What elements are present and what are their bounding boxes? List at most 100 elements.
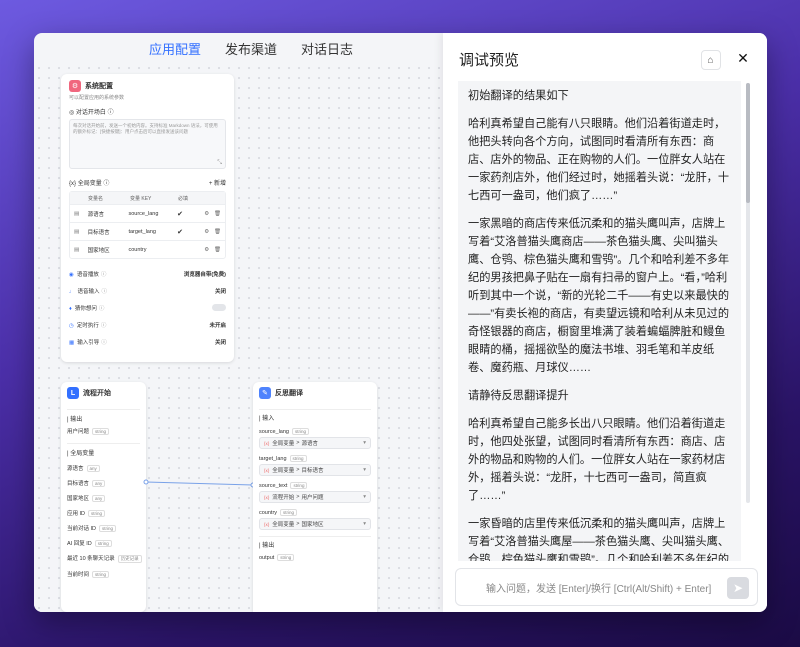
add-variable-button[interactable]: + 新增 [209,178,226,187]
system-config-node[interactable]: ⚙ 系统配置 可以配置应用的系统参数 ◎ 对话开场白 ⓘ 每次对话开始前，发送一… [61,74,234,362]
variable-select[interactable]: {x} 全局变量 > 目标语言 ▾ [259,464,371,476]
setting-label: 定时执行 [76,322,99,329]
help-icon: ⓘ [98,305,105,312]
setting-row[interactable]: ♩ 语音输入 ⓘ 关闭 [69,282,226,299]
panel-title: 调试预览 [459,51,520,69]
chat-message-paragraph: 哈利真希望自己能有八只眼睛。他们沿着街道走时，他把头转向各个方向，试图同时看清所… [468,118,730,202]
opening-textarea[interactable]: 每次对话开始前，发送一个初始内容。支持标准 Markdown 语法，可使用的额外… [69,119,226,169]
variables-table: 变量名 变量 KEY 必填 ▤ 源语言 source_lang ✔ ⚙ 🗑 ▤ 目标语言 tar… [69,191,226,259]
input-param: country string {x} 全局变量 > 国家地区 ▾ [259,509,371,530]
global-var-item: 当前对话 ID string [67,524,140,532]
variable-select[interactable]: {x} 全局变量 > 国家地区 ▾ [259,518,371,530]
chat-input[interactable]: 输入问题，发送 [Enter]/换行 [Ctrl(Alt/Shift) + En… [455,568,758,606]
reflect-translate-node[interactable]: ✎ 反思翻译 | 输入 source_lang string {x} 全局变量 > 源语言… [253,382,377,612]
param-key: country [259,510,278,516]
setting-row[interactable]: ◷ 定时执行 ⓘ 未开启 [69,316,226,333]
setting-label: 输入引导 [77,339,100,346]
global-var-item: 目标语言 any [67,479,140,487]
param-key: source_lang [259,429,289,435]
ai-icon: ✎ [259,387,271,399]
top-nav: 应用配置 发布渠道 对话日志 [34,33,454,63]
chat-message-paragraph: 一家黑暗的商店传来低沉柔和的猫头鹰叫声，店牌上写着“艾洛普猫头鹰商店——茶色猫头… [468,218,730,374]
globals-label: | 全局变量 [67,451,95,457]
global-var-item: AI 回复 ID string [67,539,140,547]
input-label: | 输入 [259,416,275,422]
node-title: 流程开始 [83,390,111,397]
chat-message-paragraph: 请静待反思翻译提升 [468,390,569,402]
variable-select[interactable]: {x} 流程开始 > 用户问题 ▾ [259,491,371,503]
chevron-down-icon: ▾ [363,467,366,473]
tab-publish-channel[interactable]: 发布渠道 [225,39,277,58]
chat-scrollbar[interactable] [746,83,750,503]
tab-chat-logs[interactable]: 对话日志 [301,39,353,58]
variable-select[interactable]: {x} 全局变量 > 源语言 ▾ [259,437,371,449]
edit-icon[interactable]: ⚙ [204,211,214,217]
keyboard-icon: ▦ [69,339,75,346]
delete-icon[interactable]: 🗑 [214,211,221,217]
delete-icon[interactable]: 🗑 [214,247,221,253]
debug-preview-panel: 调试预览 ⌂ ✕ 初始翻译的结果如下 哈利真希望自己能有八只眼睛。他们沿着街道走时… [443,33,767,612]
output-label: | 输出 [67,417,83,423]
edit-icon[interactable]: ⚙ [204,247,214,253]
help-icon: ⓘ [101,339,107,346]
help-icon: ⓘ [100,322,107,329]
node-title: 反思翻译 [275,390,303,397]
tab-app-config[interactable]: 应用配置 [149,39,201,58]
toggle-switch[interactable] [212,304,226,311]
help-icon: ⓘ [100,271,107,278]
setting-value[interactable]: 关闭 [215,287,226,295]
setting-label: 猜你想问 [74,305,97,312]
flag-icon: L [67,387,79,399]
app-window: 应用配置 发布渠道 对话日志 ⚙ 系统配置 可以配置应用的系统参数 ◎ 对话开场… [34,33,767,612]
flow-start-node[interactable]: L 流程开始 | 输出 用户问题 string | 全局变量 源语言 any 目标语言… [61,382,146,612]
setting-row[interactable]: ◉ 语音播放 ⓘ 浏览器自带(免费) [69,265,226,282]
settings-icon: ⚙ [69,80,81,92]
variable-name: 源语言 [87,211,105,218]
clear-chat-button[interactable]: ⌂ [700,50,721,70]
global-var-item: 国家地区 any [67,494,140,502]
variable-row: ▤ 源语言 source_lang ✔ ⚙ 🗑 [70,204,225,222]
chat-messages: 初始翻译的结果如下 哈利真希望自己能有八只眼睛。他们沿着街道走时，他把头转向各个方… [458,81,741,561]
setting-label: 语音输入 [77,288,100,295]
variable-key: country [128,246,147,253]
workflow-canvas[interactable]: ⚙ 系统配置 可以配置应用的系统参数 ◎ 对话开场白 ⓘ 每次对话开始前，发送一… [34,63,454,612]
variable-row: ▤ 目标语言 target_lang ✔ ⚙ 🗑 [70,222,225,240]
setting-value[interactable]: 未开启 [209,321,226,329]
variable-icon: {x} [264,521,270,527]
setting-value[interactable]: 关闭 [215,338,226,346]
variable-name: 国家地区 [87,247,110,254]
variable-icon: {x} [264,440,270,446]
output-item: 用户问题 string [67,427,140,435]
setting-row[interactable]: ♦ 猜你想问 ⓘ [69,299,226,316]
global-var-item: 应用 ID string [67,509,140,517]
chevron-right-icon: > [296,467,300,473]
variable-row: ▤ 国家地区 country ⚙ 🗑 [70,240,225,258]
send-button[interactable]: ➤ [727,577,749,599]
delete-icon[interactable]: 🗑 [214,229,221,235]
input-param: source_lang string {x} 全局变量 > 源语言 ▾ [259,428,371,449]
global-vars-label: 全局变量 [77,181,102,187]
edit-icon[interactable]: ⚙ [204,229,214,235]
required-check: ✔ [177,210,183,218]
chevron-down-icon: ▾ [363,440,366,446]
scroll-thumb[interactable] [746,83,750,203]
clock-icon: ◷ [69,322,74,329]
opening-text: 每次对话开始前，发送一个初始内容。支持标准 Markdown 语法，可使用的额外… [73,123,218,134]
node-subtitle: 可以配置应用的系统参数 [69,95,125,101]
variable-key: source_lang [128,210,159,217]
variable-icon: {x} [264,467,270,473]
close-icon: ✕ [737,49,749,66]
setting-value[interactable]: 浏览器自带(免费) [184,270,226,278]
chat-icon: ◎ [69,110,75,116]
input-param: target_lang string {x} 全局变量 > 目标语言 ▾ [259,455,371,476]
speaker-icon: ◉ [69,271,74,278]
resize-icon[interactable]: ⤡ [217,160,222,166]
chevron-right-icon: > [296,521,300,527]
help-icon: ⓘ [101,288,108,295]
setting-row[interactable]: ▦ 输入引导 ⓘ 关闭 [69,333,226,350]
global-var-item: 最近 10 条聊天记录 历史记录 [67,554,142,563]
variable-type-icon: ▤ [74,246,80,253]
input-placeholder: 输入问题，发送 [Enter]/换行 [Ctrl(Alt/Shift) + En… [486,583,712,595]
close-button[interactable]: ✕ [733,48,753,68]
output-item: output string [259,554,371,561]
